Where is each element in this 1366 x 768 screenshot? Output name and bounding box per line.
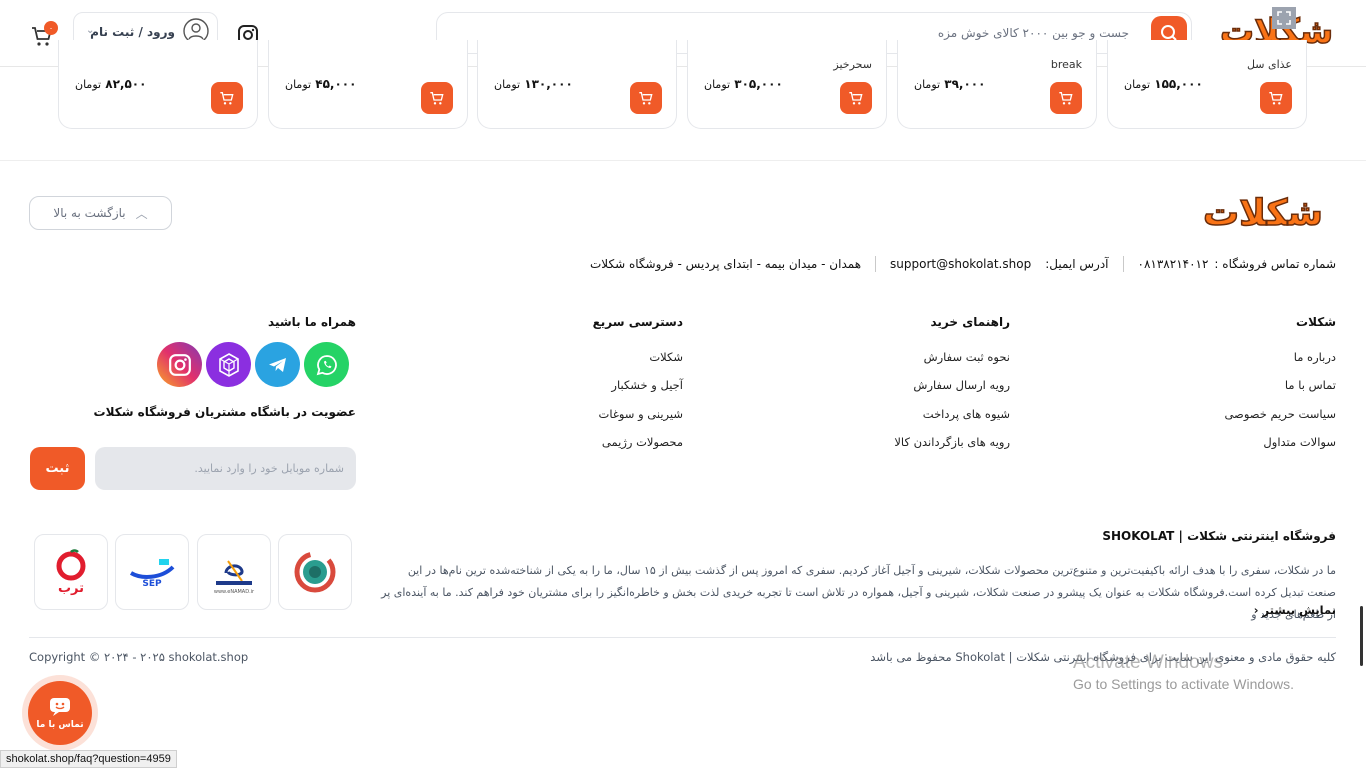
footer-link-returns[interactable]: رویه های بازگرداندن کالا: [894, 435, 1010, 449]
column-title-shokolat: شکلات: [1296, 315, 1336, 329]
chat-icon: [50, 697, 70, 716]
footer-link-chocolate[interactable]: شکلات: [649, 350, 683, 364]
cart-icon: [430, 92, 444, 105]
email-label: آدرس ایمیل:: [1045, 257, 1109, 271]
product-name: سحرخیز: [833, 58, 872, 71]
mobile-number-input[interactable]: [95, 447, 356, 490]
windows-activation-subtitle: Go to Settings to activate Windows.: [1073, 676, 1294, 692]
product-card[interactable]: break ۳۹,۰۰۰ تومان: [897, 40, 1097, 129]
contact-row: شماره تماس فروشگاه : ۰۸۱۳۸۲۱۴۰۱۲ آدرس ای…: [590, 255, 1336, 273]
rubika-icon[interactable]: [206, 342, 251, 387]
store-address: همدان - میدان بیمه - ابتدای پردیس - فروش…: [589, 257, 862, 271]
product-price: ۸۲,۵۰۰ تومان: [75, 77, 147, 91]
telegram-icon[interactable]: [255, 342, 300, 387]
product-price: ۳۰۵,۰۰۰ تومان: [704, 77, 783, 91]
samandehi-badge[interactable]: [278, 534, 352, 610]
scrollbar-thumb[interactable]: [1360, 606, 1363, 666]
footer-link-contact[interactable]: تماس با ما: [1285, 378, 1336, 392]
status-bar-url: shokolat.shop/faq?question=4959: [0, 750, 177, 768]
footer-link-diet[interactable]: محصولات رژیمی: [602, 435, 683, 449]
cart-icon: [1059, 92, 1073, 105]
divider: [1122, 256, 1124, 272]
product-card[interactable]: ۴۵,۰۰۰ تومان: [268, 40, 468, 129]
back-to-top-button[interactable]: بازگشت به بالا ︿: [29, 196, 172, 230]
column-title-quick-access: دسترسی سریع: [592, 315, 683, 329]
product-price: ۴۵,۰۰۰ تومان: [285, 77, 357, 91]
cart-icon: [220, 92, 234, 105]
login-label: ورود / ثبت نام: [90, 25, 175, 39]
cart-icon: [849, 92, 863, 105]
footer-logo[interactable]: شکلات: [1202, 192, 1324, 235]
product-name: break: [1050, 58, 1082, 71]
sep-badge[interactable]: SEP: [115, 534, 189, 610]
add-to-cart-button[interactable]: [421, 82, 453, 114]
footer-link-privacy[interactable]: سیاست حریم خصوصی: [1224, 407, 1336, 421]
windows-activation-title: Activate Windows: [1073, 652, 1223, 673]
product-card[interactable]: ۸۲,۵۰۰ تومان: [58, 40, 258, 129]
add-to-cart-button[interactable]: [1260, 82, 1292, 114]
product-price: ۳۹,۰۰۰ تومان: [914, 77, 986, 91]
phone-number[interactable]: ۰۸۱۳۸۲۱۴۰۱۲: [1138, 257, 1209, 271]
enamad-badge[interactable]: www.eNAMAD.ir: [197, 534, 271, 610]
column-title-guide: راهنمای خرید: [930, 315, 1010, 329]
chevron-up-icon: ︿: [135, 206, 148, 221]
back-to-top-label: بازگشت به بالا: [53, 206, 126, 220]
add-to-cart-button[interactable]: [1050, 82, 1082, 114]
product-card[interactable]: عذای سل ۱۵۵,۰۰۰ تومان: [1107, 40, 1307, 129]
instagram-icon[interactable]: [157, 342, 202, 387]
torob-label: ترب: [57, 580, 85, 596]
fullscreen-icon[interactable]: [1272, 7, 1296, 29]
product-name: عذای سل: [1246, 58, 1292, 71]
social-title: همراه ما باشید: [268, 315, 356, 329]
divider: [875, 256, 877, 272]
cart-icon: [1269, 92, 1283, 105]
svg-text:www.eNAMAD.ir: www.eNAMAD.ir: [214, 589, 255, 595]
add-to-cart-button[interactable]: [211, 82, 243, 114]
product-price: ۱۵۵,۰۰۰ تومان: [1124, 77, 1203, 91]
show-more-link[interactable]: نمایش بیشتر ‹: [1254, 603, 1336, 617]
product-card[interactable]: سحرخیز ۳۰۵,۰۰۰ تومان: [687, 40, 887, 129]
footer-link-shipping[interactable]: رویه ارسال سفارش: [913, 378, 1010, 392]
cart-count-badge: ۰: [44, 21, 58, 35]
footer-link-payment[interactable]: شیوه های پرداخت: [923, 407, 1010, 421]
footer-link-sweets[interactable]: شیرینی و سوغات: [599, 407, 684, 421]
contact-us-label: تماس با ما: [36, 719, 84, 730]
section-divider: [0, 160, 1366, 161]
footer-link-faq[interactable]: سوالات متداول: [1263, 435, 1336, 449]
sep-label: SEP: [142, 579, 162, 589]
about-title: فروشگاه اینترنتی شکلات | SHOKOLAT: [1102, 529, 1336, 543]
email-address[interactable]: support@shokolat.shop: [890, 257, 1031, 271]
footer-link-order-how[interactable]: نحوه ثبت سفارش: [924, 350, 1010, 364]
footer-divider: [29, 637, 1336, 638]
add-to-cart-button[interactable]: [840, 82, 872, 114]
copyright-text: Copyright © ۲۰۲۴ - ۲۰۲۵ shokolat.shop: [29, 650, 249, 664]
footer-link-about[interactable]: درباره ما: [1294, 350, 1336, 364]
chevron-left-icon: ‹: [1253, 603, 1259, 617]
contact-us-button[interactable]: تماس با ما: [28, 681, 92, 745]
add-to-cart-button[interactable]: [630, 82, 662, 114]
footer-link-nuts[interactable]: آجیل و خشکبار: [611, 378, 683, 392]
phone-label: شماره تماس فروشگاه :: [1214, 257, 1336, 271]
product-price: ۱۳۰,۰۰۰ تومان: [494, 77, 573, 91]
club-title: عضویت در باشگاه مشتریان فروشگاه شکلات: [93, 405, 356, 419]
submit-button[interactable]: ثبت: [30, 447, 85, 490]
cart-icon: [639, 92, 653, 105]
chevron-down-icon: ⌄: [86, 25, 95, 36]
about-text: ما در شکلات، سفری را با هدف ارائه باکیفی…: [381, 564, 1336, 621]
torob-badge[interactable]: ترب: [34, 534, 108, 610]
product-card[interactable]: ۱۳۰,۰۰۰ تومان: [477, 40, 677, 129]
whatsapp-icon[interactable]: [304, 342, 349, 387]
